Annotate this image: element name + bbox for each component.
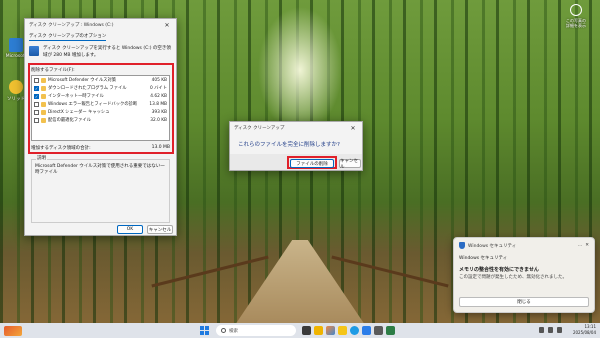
camera-icon bbox=[570, 4, 582, 16]
checkbox[interactable]: ✓ bbox=[34, 85, 39, 91]
store-icon[interactable] bbox=[362, 326, 371, 335]
file-size: 405 KB bbox=[151, 77, 167, 83]
search-icon bbox=[221, 328, 226, 333]
notification-title: メモリの整合性を有効にできません bbox=[459, 267, 539, 273]
checkbox[interactable] bbox=[34, 117, 39, 123]
task-view-icon[interactable] bbox=[302, 326, 311, 335]
cleanup-app-icon[interactable] bbox=[386, 326, 395, 335]
shield-icon bbox=[459, 242, 465, 249]
file-name: Microsoft Defender ウイルス対策 bbox=[48, 78, 117, 83]
start-icon[interactable] bbox=[200, 326, 209, 335]
files-list-label: 削除するファイル(F): bbox=[31, 68, 75, 73]
file-icon bbox=[41, 93, 46, 99]
app-icon bbox=[9, 38, 23, 52]
edge-icon[interactable] bbox=[350, 326, 359, 335]
ok-button[interactable]: OK bbox=[117, 225, 143, 234]
fence-right bbox=[331, 255, 449, 288]
search-placeholder: 検索 bbox=[229, 328, 238, 334]
summary: ディスク クリーンアップを実行すると Windows (C:) の空き領域が 2… bbox=[25, 43, 176, 62]
file-name: Windows エラー報告とフィードバックの診断 bbox=[48, 102, 138, 107]
taskbar: 検索 13:11 2025/08/04 bbox=[0, 323, 600, 338]
notification-header: Windows セキュリティ … ✕ bbox=[454, 238, 594, 253]
delete-files-button[interactable]: ファイルの削除 bbox=[290, 159, 334, 168]
tab-cleanup-options[interactable]: ディスク クリーンアップのオプション bbox=[29, 33, 107, 41]
file-size: 13.8 MB bbox=[149, 101, 167, 107]
list-item[interactable]: ✓ ダウンロードされたプログラム ファイル 0 バイト bbox=[32, 84, 169, 92]
checkbox[interactable] bbox=[34, 101, 39, 107]
list-item[interactable]: ✓ インターネット一時ファイル 4.62 KB bbox=[32, 92, 169, 100]
file-size: 393 KB bbox=[151, 109, 167, 115]
close-button[interactable]: 閉じる bbox=[459, 297, 589, 307]
spotlight-info[interactable]: この写真の 詳細を表示 bbox=[560, 4, 592, 28]
file-name: DirectX シェーダー キャッシュ bbox=[48, 110, 110, 115]
file-icon bbox=[41, 85, 46, 91]
checkbox[interactable] bbox=[34, 77, 39, 83]
summary-text: ディスク クリーンアップを実行すると Windows (C:) の空き領域が 2… bbox=[43, 46, 171, 58]
fence-left bbox=[151, 255, 269, 288]
total-space: 増加するディスク領域の合計: 13.0 MB bbox=[31, 145, 170, 151]
clock[interactable]: 13:11 2025/08/04 bbox=[573, 324, 596, 336]
titlebar: ディスク クリーンアップ : Windows (C:) ✕ bbox=[25, 19, 176, 31]
spotlight-line2: 詳細を表示 bbox=[566, 23, 586, 28]
description-label: 説明 bbox=[36, 156, 47, 162]
list-item[interactable]: DirectX シェーダー キャッシュ 393 KB bbox=[32, 108, 169, 116]
titlebar: ディスク クリーンアップ ✕ bbox=[230, 122, 362, 134]
file-name: ダウンロードされたプログラム ファイル bbox=[48, 86, 127, 91]
copilot-icon[interactable] bbox=[326, 326, 335, 335]
file-size: 0 バイト bbox=[150, 86, 167, 91]
file-size: 4.62 KB bbox=[150, 93, 167, 99]
checkbox[interactable] bbox=[34, 109, 39, 115]
clock-date: 2025/08/04 bbox=[572, 330, 596, 335]
file-name: 配信の最適化ファイル bbox=[48, 118, 91, 123]
total-value: 13.0 MB bbox=[151, 145, 170, 150]
description-text: Microsoft Defender ウイルス対策で使用される重要ではない一時フ… bbox=[35, 164, 165, 175]
close-icon[interactable]: ✕ bbox=[348, 125, 358, 132]
file-explorer-icon[interactable] bbox=[314, 326, 323, 335]
checkbox[interactable]: ✓ bbox=[34, 93, 39, 99]
widgets-icon[interactable] bbox=[4, 325, 22, 336]
list-item[interactable]: Windows エラー報告とフィードバックの診断 13.8 MB bbox=[32, 100, 169, 108]
bamboo-path bbox=[235, 240, 365, 325]
cancel-button[interactable]: キャンセル bbox=[147, 225, 173, 234]
file-icon bbox=[41, 101, 46, 107]
close-icon[interactable]: ✕ bbox=[585, 243, 589, 248]
system-tray[interactable] bbox=[539, 327, 562, 333]
file-icon bbox=[41, 109, 46, 115]
tab-bar: ディスク クリーンアップのオプション bbox=[25, 31, 176, 43]
total-label: 増加するディスク領域の合計: bbox=[31, 146, 91, 151]
list-item[interactable]: 配信の最適化ファイル 32.0 KB bbox=[32, 116, 169, 124]
folder-icon[interactable] bbox=[338, 326, 347, 335]
files-list[interactable]: Microsoft Defender ウイルス対策 405 KB ✓ ダウンロードさ… bbox=[31, 75, 170, 141]
close-icon[interactable]: ✕ bbox=[162, 22, 172, 29]
file-size: 32.0 KB bbox=[150, 117, 167, 123]
desktop-icon-label: ソリッド bbox=[7, 97, 25, 102]
search-box[interactable]: 検索 bbox=[216, 325, 296, 336]
file-icon bbox=[41, 77, 46, 83]
more-icon[interactable]: … bbox=[578, 243, 583, 248]
settings-icon[interactable] bbox=[374, 326, 383, 335]
notification-app: Windows セキュリティ bbox=[459, 256, 508, 261]
file-name: インターネット一時ファイル bbox=[48, 94, 104, 99]
battery-icon[interactable] bbox=[557, 327, 562, 333]
confirm-dialog: ディスク クリーンアップ ✕ これらのファイルを完全に削除しますか? ファイルの… bbox=[229, 121, 363, 171]
window-title: ディスク クリーンアップ bbox=[234, 126, 285, 131]
wifi-icon[interactable] bbox=[539, 327, 544, 333]
security-notification: Windows セキュリティ … ✕ Windows セキュリティ メモリの整合… bbox=[453, 237, 595, 313]
file-icon bbox=[41, 117, 46, 123]
disk-cleanup-dialog: ディスク クリーンアップ : Windows (C:) ✕ ディスク クリーンア… bbox=[24, 18, 177, 236]
app-icon bbox=[9, 80, 23, 94]
notification-body: この設定で問題が発生したため、無効化されました。 bbox=[459, 275, 567, 280]
notification-source: Windows セキュリティ bbox=[468, 243, 517, 249]
volume-icon[interactable] bbox=[548, 327, 553, 333]
drive-icon bbox=[29, 46, 39, 56]
confirm-message: これらのファイルを完全に削除しますか? bbox=[238, 142, 340, 148]
list-item[interactable]: Microsoft Defender ウイルス対策 405 KB bbox=[32, 76, 169, 84]
window-title: ディスク クリーンアップ : Windows (C:) bbox=[29, 23, 114, 28]
description-group: 説明 Microsoft Defender ウイルス対策で使用される重要ではない… bbox=[31, 156, 170, 223]
cancel-button[interactable]: キャンセル bbox=[339, 159, 361, 170]
